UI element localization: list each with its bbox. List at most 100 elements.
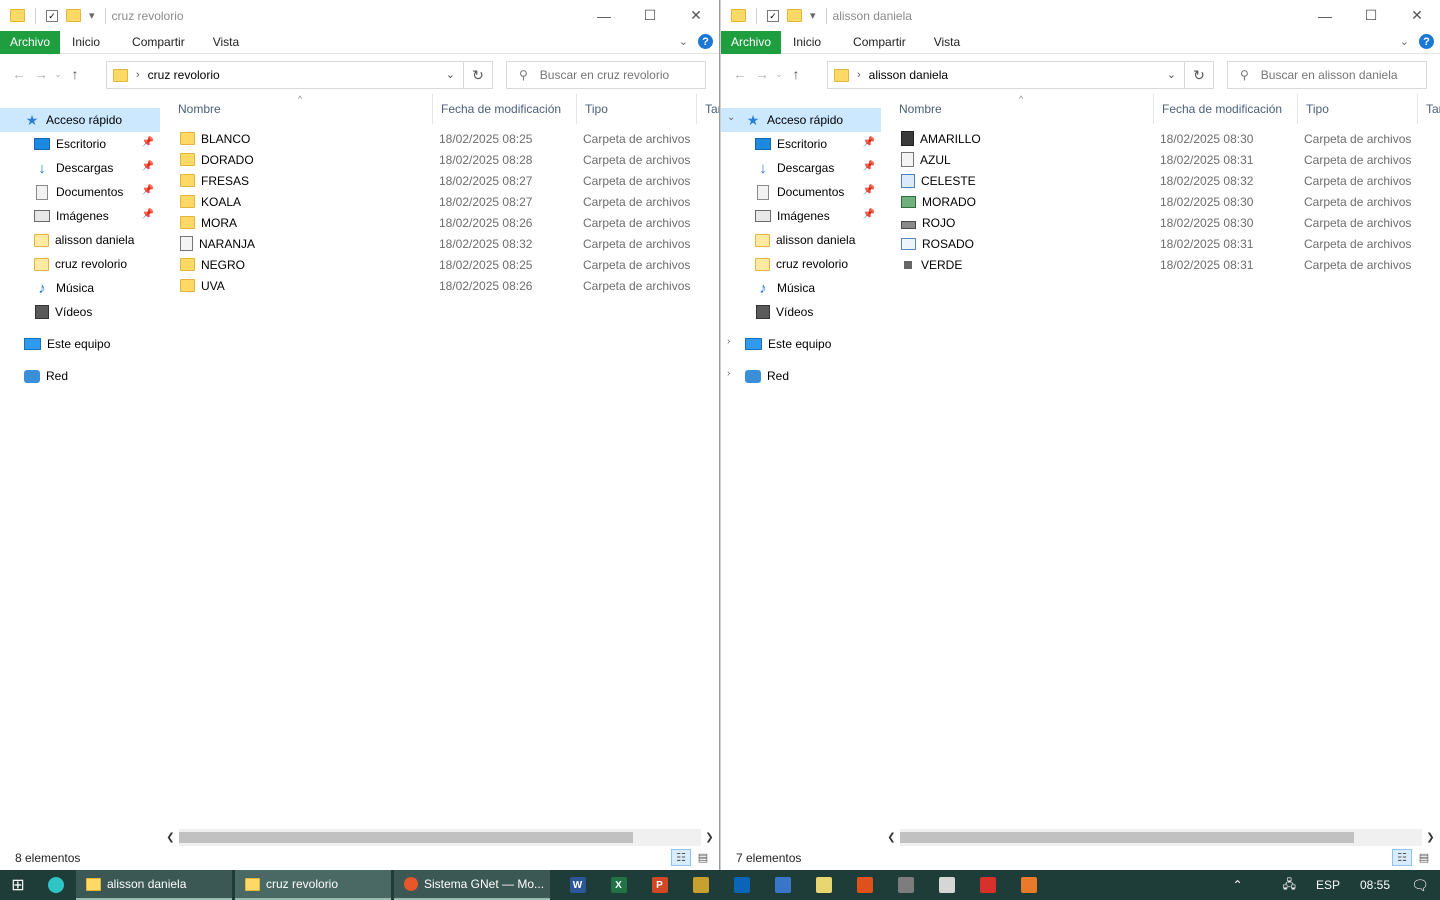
- nav-folder-cruz[interactable]: cruz revolorio: [721, 252, 881, 276]
- address-bar[interactable]: › cruz revolorio ⌄: [106, 61, 464, 89]
- excel-icon[interactable]: X: [598, 870, 639, 900]
- nav-documentos[interactable]: Documentos 📌: [0, 180, 160, 204]
- table-row[interactable]: ROJO 18/02/2025 08:30 Carpeta de archivos: [891, 212, 1440, 233]
- nav-descargas[interactable]: ↓ Descargas 📌: [0, 156, 160, 180]
- chevron-right-icon[interactable]: ›: [857, 69, 861, 81]
- nav-descargas[interactable]: ↓ Descargas 📌: [721, 156, 881, 180]
- taskbar-app-cruz-revolorio[interactable]: cruz revolorio: [235, 870, 391, 900]
- clock[interactable]: 08:55: [1350, 878, 1400, 892]
- nav-quick-access[interactable]: ★ Acceso rápido: [0, 108, 160, 132]
- search-input[interactable]: [1260, 68, 1411, 82]
- new-folder-icon[interactable]: [787, 9, 802, 22]
- app-icon[interactable]: [680, 870, 721, 900]
- chevron-down-icon[interactable]: ⌄: [1167, 68, 1176, 81]
- table-row[interactable]: CELESTE 18/02/2025 08:32 Carpeta de archiv…: [891, 170, 1440, 191]
- powerpoint-icon[interactable]: P: [639, 870, 680, 900]
- tab-vista[interactable]: Vista: [197, 31, 251, 54]
- nav-red[interactable]: › Red: [721, 364, 881, 388]
- table-row[interactable]: MORA 18/02/2025 08:26 Carpeta de archivos: [170, 212, 719, 233]
- close-button[interactable]: ✕: [1394, 0, 1440, 31]
- column-type[interactable]: Tipo: [1297, 94, 1417, 124]
- back-arrow-icon[interactable]: ←: [8, 66, 30, 82]
- scroll-thumb[interactable]: [900, 832, 1355, 843]
- up-arrow-icon[interactable]: ↑: [785, 66, 807, 82]
- nav-videos[interactable]: Vídeos: [721, 300, 881, 324]
- nav-documentos[interactable]: Documentos 📌: [721, 180, 881, 204]
- table-row[interactable]: NEGRO 18/02/2025 08:25 Carpeta de archivos: [170, 254, 719, 275]
- notification-icon[interactable]: 🗨: [1400, 877, 1440, 894]
- network-tray-icon[interactable]: 🖧: [1273, 875, 1306, 896]
- help-icon[interactable]: ?: [1419, 34, 1434, 49]
- table-row[interactable]: UVA 18/02/2025 08:26 Carpeta de archivos: [170, 275, 719, 296]
- language-indicator[interactable]: ESP: [1306, 878, 1350, 892]
- scroll-left-icon[interactable]: ❮: [883, 832, 900, 843]
- word-icon[interactable]: W: [557, 870, 598, 900]
- orange-app-icon[interactable]: [1008, 870, 1049, 900]
- maximize-button[interactable]: ☐: [1348, 0, 1394, 31]
- search-box[interactable]: ⚲: [1227, 61, 1427, 89]
- properties-checkbox-icon[interactable]: ✓: [767, 9, 779, 22]
- column-type[interactable]: Tipo: [576, 94, 696, 124]
- column-size[interactable]: Tar: [696, 94, 719, 124]
- notes-icon[interactable]: [803, 870, 844, 900]
- forward-arrow-icon[interactable]: →: [30, 66, 52, 82]
- nav-videos[interactable]: Vídeos: [0, 300, 160, 324]
- table-row[interactable]: VERDE 18/02/2025 08:31 Carpeta de archivos: [891, 254, 1440, 275]
- scroll-thumb[interactable]: [179, 832, 634, 843]
- chevron-down-icon[interactable]: ⌄: [727, 112, 735, 123]
- tab-inicio[interactable]: Inicio: [60, 31, 112, 54]
- refresh-button[interactable]: ↻: [464, 61, 493, 89]
- horizontal-scrollbar[interactable]: ❮ ❯: [162, 829, 718, 846]
- tab-inicio[interactable]: Inicio: [781, 31, 833, 54]
- chevron-down-icon[interactable]: ⌄: [446, 68, 455, 81]
- breadcrumb[interactable]: alisson daniela: [869, 68, 948, 82]
- nav-musica[interactable]: ♪ Música: [0, 276, 160, 300]
- expand-ribbon-icon[interactable]: ⌄: [1400, 35, 1409, 48]
- large-icons-view-icon[interactable]: ▤: [693, 849, 713, 866]
- grid-app-icon[interactable]: [926, 870, 967, 900]
- tab-compartir[interactable]: Compartir: [112, 31, 197, 54]
- scroll-left-icon[interactable]: ❮: [162, 832, 179, 843]
- table-row[interactable]: FRESAS 18/02/2025 08:27 Carpeta de archivo…: [170, 170, 719, 191]
- chevron-right-icon[interactable]: ›: [727, 368, 730, 379]
- outlook-icon[interactable]: [721, 870, 762, 900]
- details-view-icon[interactable]: ☷: [671, 849, 691, 866]
- expand-ribbon-icon[interactable]: ⌄: [679, 35, 688, 48]
- chevron-up-icon[interactable]: ⌃: [1223, 878, 1253, 892]
- table-row[interactable]: AMARILLO 18/02/2025 08:30 Carpeta de archi…: [891, 128, 1440, 149]
- table-row[interactable]: ROSADO 18/02/2025 08:31 Carpeta de archivo…: [891, 233, 1440, 254]
- title-bar[interactable]: ✓ ▾ alisson daniela — ☐ ✕: [721, 0, 1440, 31]
- scroll-right-icon[interactable]: ❯: [701, 832, 718, 843]
- horizontal-scrollbar[interactable]: ❮ ❯: [883, 829, 1439, 846]
- nav-folder-alisson[interactable]: alisson daniela: [721, 228, 881, 252]
- search-box[interactable]: ⚲: [506, 61, 706, 89]
- tab-vista[interactable]: Vista: [918, 31, 972, 54]
- chevron-right-icon[interactable]: ›: [727, 336, 730, 347]
- nav-folder-cruz[interactable]: cruz revolorio: [0, 252, 160, 276]
- details-view-icon[interactable]: ☷: [1392, 849, 1412, 866]
- taskbar-app-firefox[interactable]: Sistema GNet — Mo...: [394, 870, 550, 900]
- maximize-button[interactable]: ☐: [627, 0, 673, 31]
- nav-quick-access[interactable]: ⌄ ★ Acceso rápido: [721, 108, 881, 132]
- table-row[interactable]: DORADO 18/02/2025 08:28 Carpeta de archivo…: [170, 149, 719, 170]
- nav-este-equipo[interactable]: Este equipo: [0, 332, 160, 356]
- tab-archivo[interactable]: Archivo: [0, 30, 61, 54]
- minimize-button[interactable]: —: [1302, 0, 1348, 31]
- tool-icon[interactable]: [885, 870, 926, 900]
- up-arrow-icon[interactable]: ↑: [64, 66, 86, 82]
- windows-start-icon[interactable]: ⊞: [0, 870, 36, 900]
- nav-red[interactable]: Red: [0, 364, 160, 388]
- chevron-right-icon[interactable]: ›: [136, 69, 140, 81]
- tab-compartir[interactable]: Compartir: [833, 31, 918, 54]
- edge-browser-icon[interactable]: [36, 870, 76, 900]
- large-icons-view-icon[interactable]: ▤: [1414, 849, 1434, 866]
- table-row[interactable]: NARANJA 18/02/2025 08:32 Carpeta de archiv…: [170, 233, 719, 254]
- nav-escritorio[interactable]: Escritorio 📌: [721, 132, 881, 156]
- nav-imagenes[interactable]: Imágenes 📌: [0, 204, 160, 228]
- nav-musica[interactable]: ♪ Música: [721, 276, 881, 300]
- scroll-right-icon[interactable]: ❯: [1422, 832, 1439, 843]
- close-button[interactable]: ✕: [673, 0, 719, 31]
- calendar-icon[interactable]: [762, 870, 803, 900]
- tab-archivo[interactable]: Archivo: [721, 30, 782, 54]
- new-folder-icon[interactable]: [66, 9, 81, 22]
